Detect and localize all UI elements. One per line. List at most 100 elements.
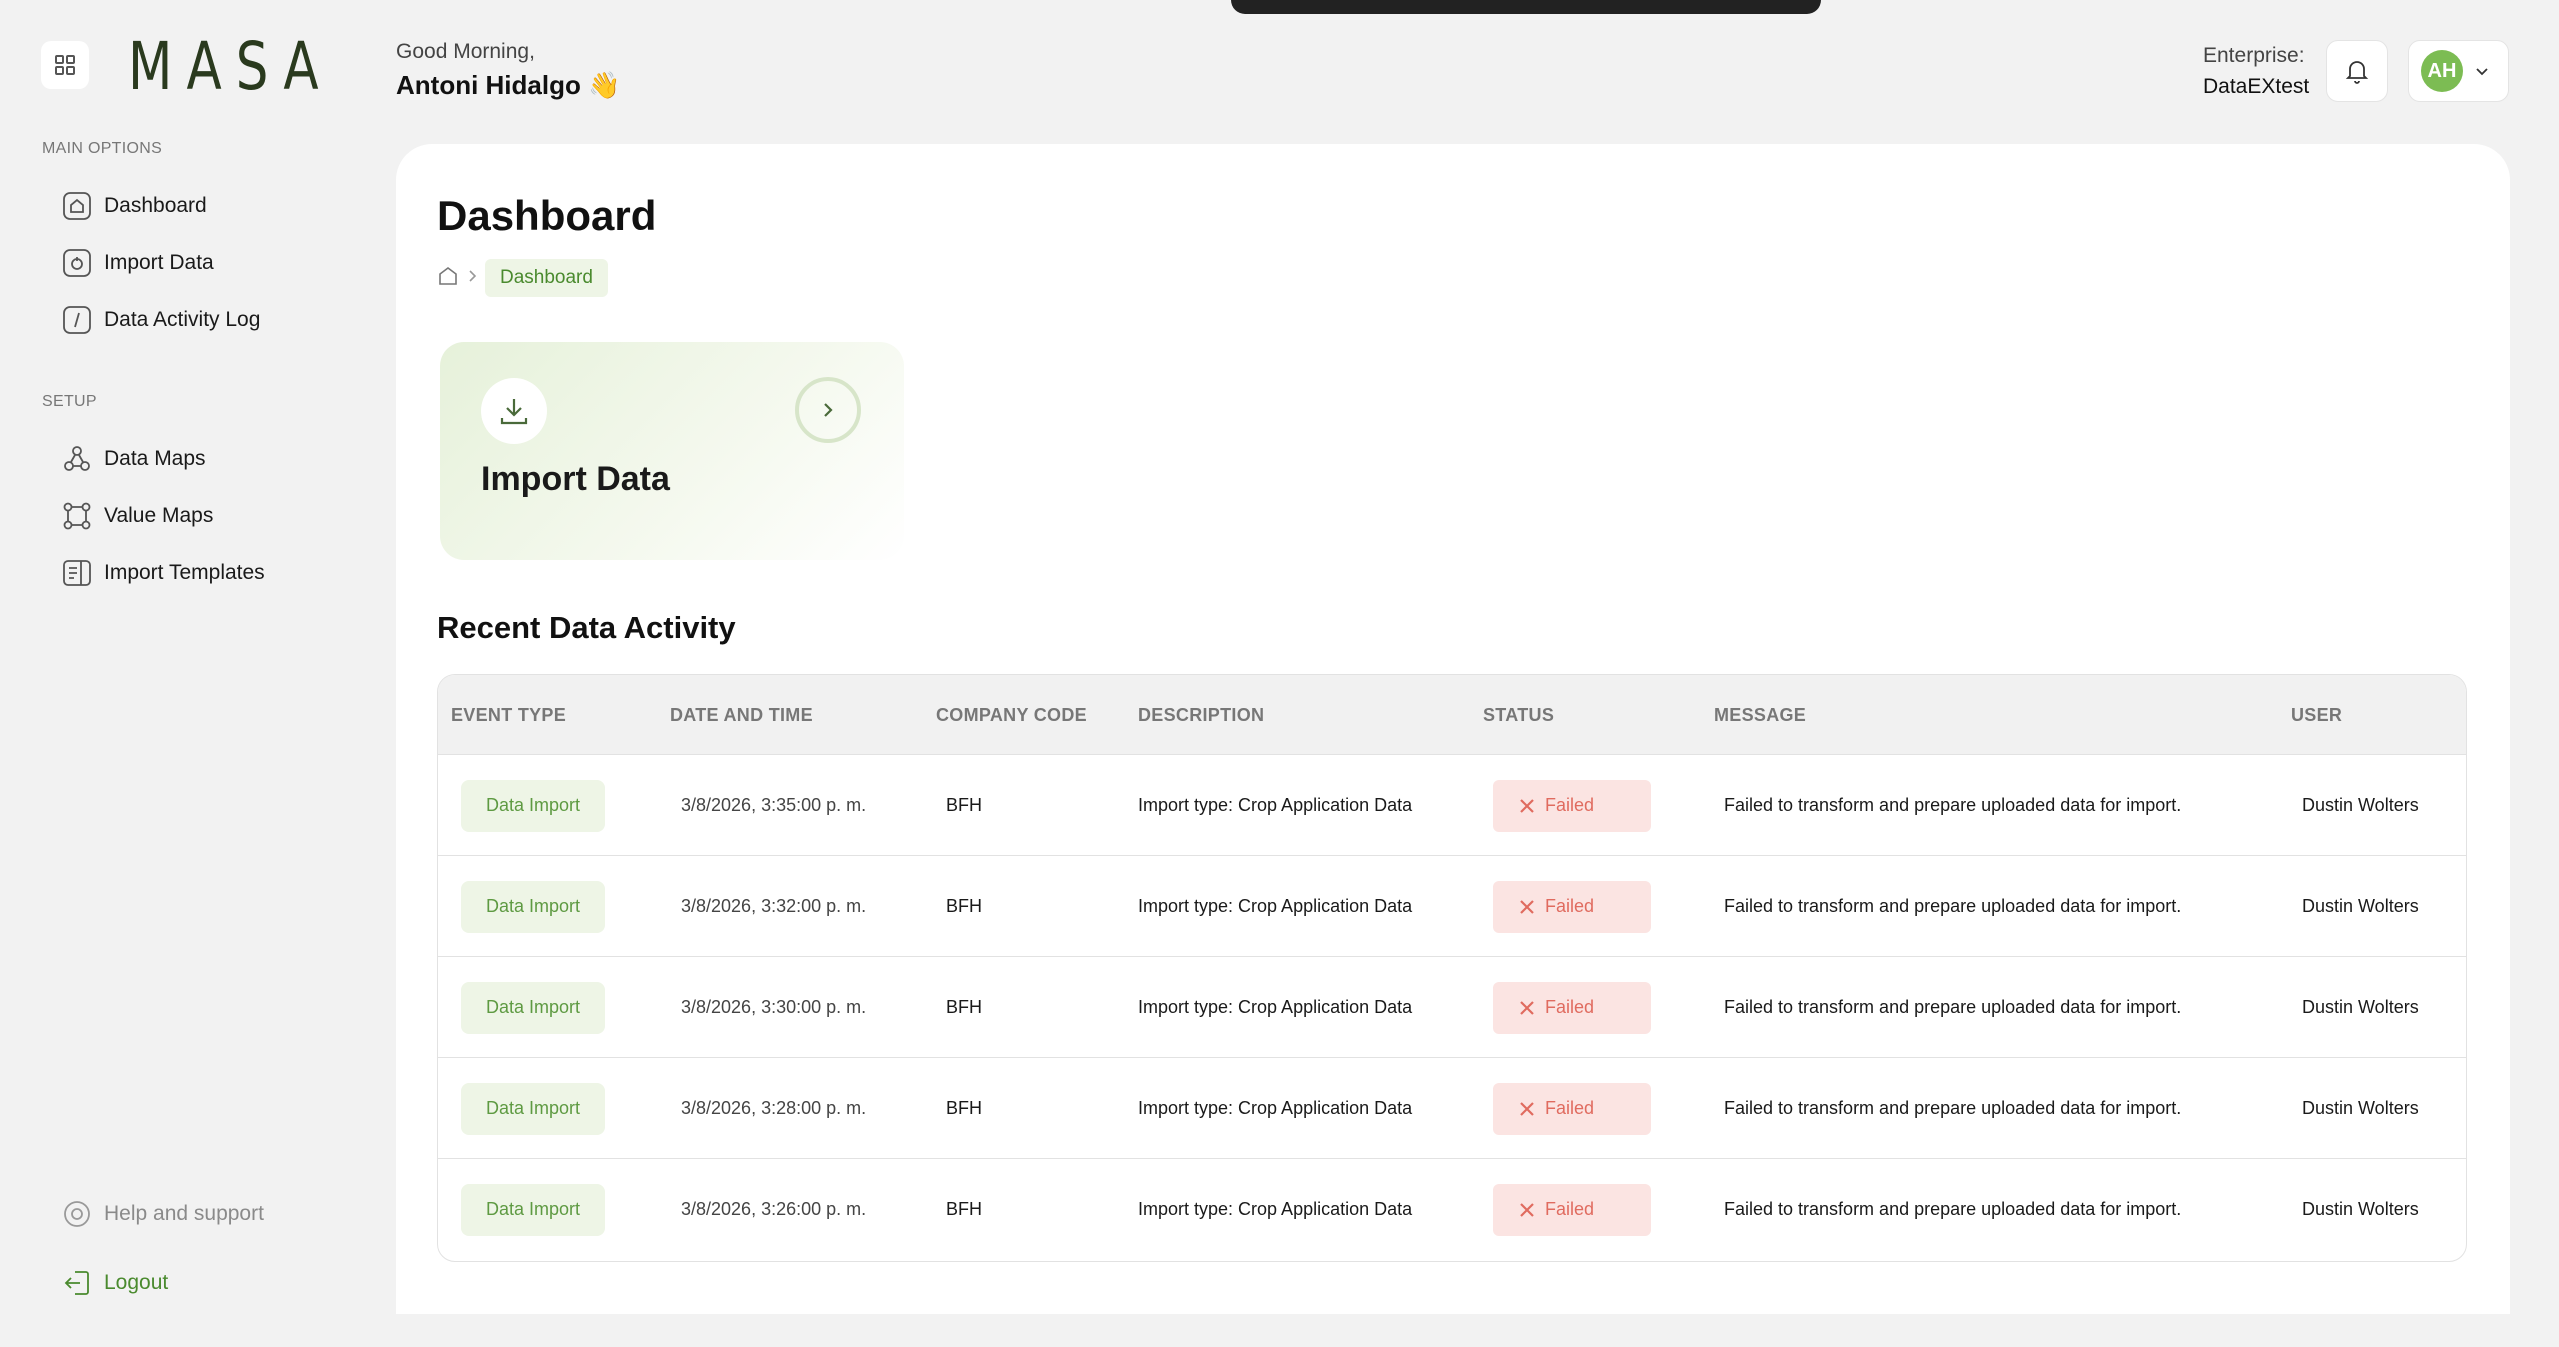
- enterprise-label: Enterprise:: [2203, 44, 2305, 67]
- date-time-cell: 3/8/2026, 3:30:00 p. m.: [681, 997, 867, 1017]
- sidebar-item-label: Dashboard: [104, 194, 207, 217]
- download-icon: [481, 378, 547, 444]
- event-type-badge: Data Import: [461, 779, 606, 832]
- col-message: MESSAGE: [1714, 704, 1807, 725]
- event-type-badge: Data Import: [461, 981, 606, 1034]
- col-company-code: COMPANY CODE: [936, 704, 1087, 725]
- table-row[interactable]: Data Import 3/8/2026, 3:35:00 p. m. BFH …: [438, 755, 2466, 856]
- breadcrumb-current[interactable]: Dashboard: [485, 259, 608, 297]
- grid-icon: [55, 55, 75, 75]
- status-text: Failed: [1545, 795, 1595, 815]
- table-row[interactable]: Data Import 3/8/2026, 3:28:00 p. m. BFH …: [438, 1058, 2466, 1159]
- col-user: USER: [2291, 704, 2343, 725]
- company-code-cell: BFH: [946, 997, 982, 1017]
- user-menu-button[interactable]: AH: [2408, 40, 2509, 102]
- logout-label: Logout: [104, 1271, 169, 1294]
- table-row[interactable]: Data Import 3/8/2026, 3:32:00 p. m. BFH …: [438, 856, 2466, 957]
- help-and-support-link[interactable]: Help and support: [62, 1192, 264, 1236]
- user-cell: Dustin Wolters: [2302, 997, 2419, 1017]
- company-code-cell: BFH: [946, 896, 982, 916]
- message-cell: Failed to transform and prepare uploaded…: [1724, 997, 2182, 1017]
- home-icon: [62, 191, 92, 221]
- col-description: DESCRIPTION: [1138, 704, 1265, 725]
- notifications-button[interactable]: [2326, 40, 2388, 102]
- sidebar-item-value-maps[interactable]: Value Maps: [62, 494, 213, 538]
- network-icon: [62, 501, 92, 531]
- message-cell: Failed to transform and prepare uploaded…: [1724, 1098, 2182, 1118]
- user-cell: Dustin Wolters: [2302, 1199, 2419, 1219]
- company-code-cell: BFH: [946, 1098, 982, 1118]
- bell-icon: [2345, 61, 2369, 84]
- enterprise-value: DataEXtest: [2203, 75, 2310, 98]
- status-text: Failed: [1545, 997, 1595, 1017]
- close-icon: [1520, 899, 1534, 914]
- recent-activity-title: Recent Data Activity: [437, 610, 736, 645]
- user-cell: Dustin Wolters: [2302, 1098, 2419, 1118]
- sidebar-item-label: Data Maps: [104, 447, 206, 470]
- status-text: Failed: [1545, 1199, 1595, 1219]
- sidebar: MASA MAIN OPTIONS Dashboard Import Data …: [0, 0, 380, 1347]
- col-status: STATUS: [1483, 704, 1555, 725]
- chevron-right-icon: [467, 269, 477, 288]
- status-text: Failed: [1545, 1098, 1595, 1118]
- user-cell: Dustin Wolters: [2302, 896, 2419, 916]
- logout-icon: [62, 1268, 92, 1298]
- chevron-right-circle-icon[interactable]: [795, 377, 861, 443]
- folder-upload-icon: [62, 248, 92, 278]
- greeting: Good Morning,: [396, 40, 535, 63]
- lifebuoy-icon: [62, 1199, 92, 1229]
- page-title: Dashboard: [437, 192, 657, 239]
- sidebar-item-label: Import Data: [104, 251, 214, 274]
- logout-button[interactable]: Logout: [62, 1261, 168, 1305]
- top-notch-bar: [1231, 0, 1821, 14]
- company-code-cell: BFH: [946, 1199, 982, 1219]
- status-text: Failed: [1545, 896, 1595, 916]
- status-badge: Failed: [1493, 981, 1651, 1034]
- event-type-badge: Data Import: [461, 880, 606, 933]
- breadcrumb: Dashboard: [437, 258, 608, 298]
- close-icon: [1520, 1101, 1534, 1116]
- user-cell: Dustin Wolters: [2302, 795, 2419, 815]
- content-bottom: [396, 1294, 2510, 1314]
- sidebar-item-label: Data Activity Log: [104, 308, 261, 331]
- sidebar-item-data-maps[interactable]: Data Maps: [62, 437, 206, 481]
- table-body: Data Import 3/8/2026, 3:35:00 p. m. BFH …: [438, 755, 2466, 1260]
- date-time-cell: 3/8/2026, 3:32:00 p. m.: [681, 896, 867, 916]
- col-date-time: DATE AND TIME: [670, 704, 813, 725]
- chevron-down-icon: [2476, 68, 2488, 76]
- message-cell: Failed to transform and prepare uploaded…: [1724, 795, 2182, 815]
- app-logo: MASA: [128, 28, 333, 105]
- template-icon: [62, 558, 92, 588]
- sidebar-item-data-activity-log[interactable]: Data Activity Log: [62, 298, 260, 342]
- apps-grid-button[interactable]: [41, 41, 89, 89]
- nodes-icon: [62, 444, 92, 474]
- status-badge: Failed: [1493, 1082, 1651, 1135]
- sidebar-item-import-templates[interactable]: Import Templates: [62, 551, 265, 595]
- setup-label: SETUP: [42, 393, 97, 410]
- close-icon: [1520, 1000, 1534, 1015]
- sidebar-item-label: Value Maps: [104, 504, 214, 527]
- col-event-type: EVENT TYPE: [451, 704, 567, 725]
- avatar: AH: [2421, 50, 2463, 92]
- table-row[interactable]: Data Import 3/8/2026, 3:26:00 p. m. BFH …: [438, 1159, 2466, 1260]
- table-row[interactable]: Data Import 3/8/2026, 3:30:00 p. m. BFH …: [438, 957, 2466, 1058]
- sidebar-item-dashboard[interactable]: Dashboard: [62, 184, 207, 228]
- import-data-card[interactable]: Import Data: [440, 342, 904, 560]
- log-icon: [62, 305, 92, 335]
- description-cell: Import type: Crop Application Data: [1138, 795, 1413, 815]
- description-cell: Import type: Crop Application Data: [1138, 1098, 1413, 1118]
- status-badge: Failed: [1493, 779, 1651, 832]
- description-cell: Import type: Crop Application Data: [1138, 997, 1413, 1017]
- enterprise-info: Enterprise: DataEXtest: [2203, 40, 2309, 102]
- message-cell: Failed to transform and prepare uploaded…: [1724, 1199, 2182, 1219]
- close-icon: [1520, 798, 1534, 813]
- status-badge: Failed: [1493, 880, 1651, 933]
- sidebar-item-import-data[interactable]: Import Data: [62, 241, 214, 285]
- date-time-cell: 3/8/2026, 3:35:00 p. m.: [681, 795, 867, 815]
- breadcrumb-home-icon[interactable]: [437, 265, 459, 292]
- main-options-label: MAIN OPTIONS: [42, 140, 163, 157]
- message-cell: Failed to transform and prepare uploaded…: [1724, 896, 2182, 916]
- date-time-cell: 3/8/2026, 3:28:00 p. m.: [681, 1098, 867, 1118]
- close-icon: [1520, 1202, 1534, 1217]
- sidebar-item-label: Import Templates: [104, 561, 265, 584]
